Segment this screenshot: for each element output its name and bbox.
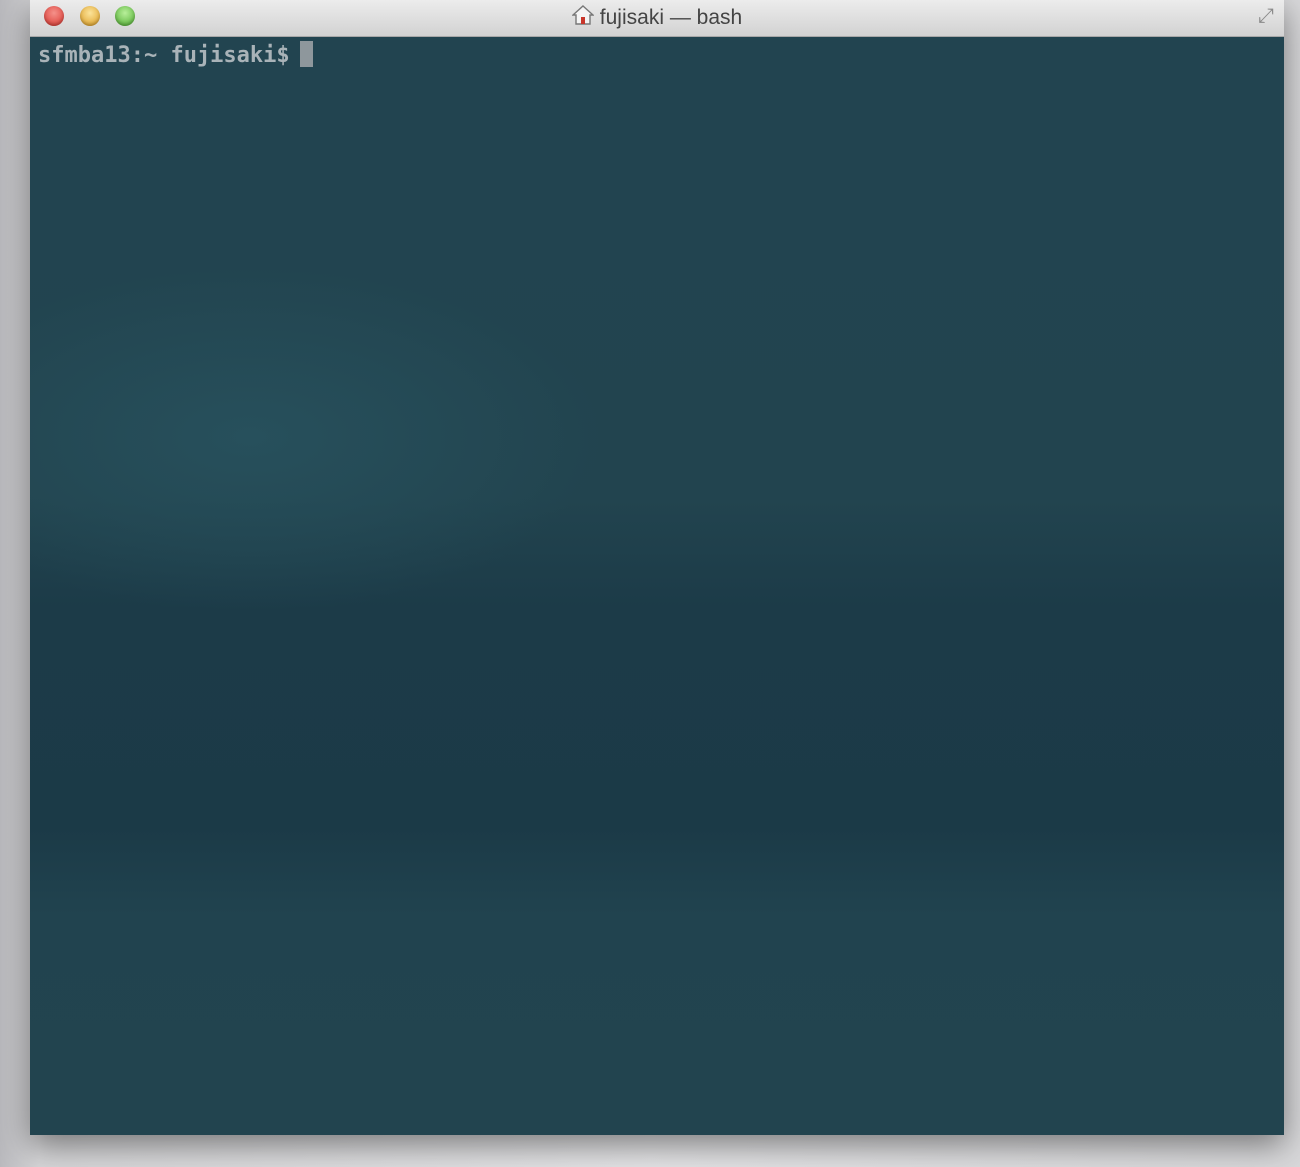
fullscreen-icon[interactable]: ⤢ [1258,5,1274,28]
home-icon [571,5,594,25]
title-bar[interactable]: fujisaki — bash ⤢ [30,0,1284,37]
text-cursor [299,41,313,67]
window-title: fujisaki — bash [30,4,1284,30]
shell-prompt: sfmba13:~ fujisaki$ [38,43,290,68]
window-title-text: fujisaki — bash [599,6,743,29]
terminal-window: fujisaki — bash ⤢ sfmba13:~ fujisaki$ [30,0,1284,1135]
terminal-content[interactable]: sfmba13:~ fujisaki$ [30,37,1284,1135]
